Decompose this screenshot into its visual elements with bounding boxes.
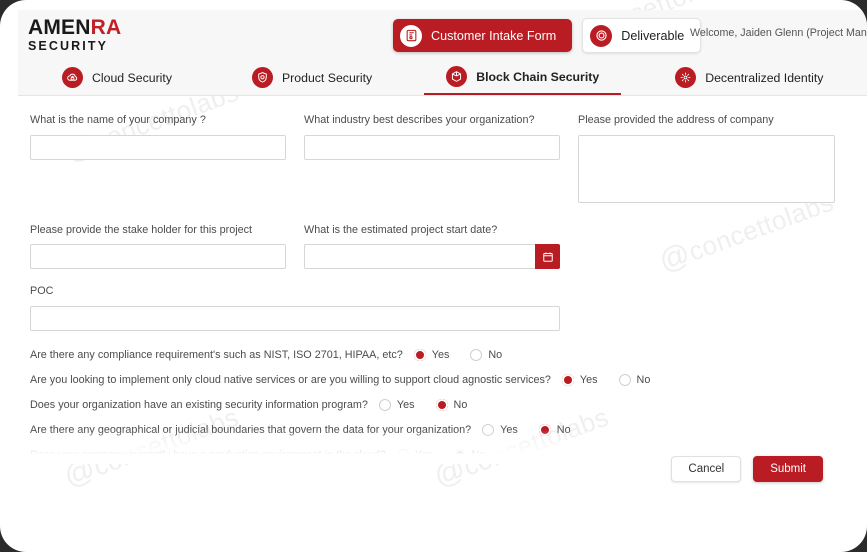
radio-yes[interactable] <box>414 349 426 361</box>
network-nodes-icon <box>675 67 696 88</box>
poc-label: POC <box>30 284 560 299</box>
question-options: Yes No <box>414 349 502 361</box>
tab-decentralized-identity[interactable]: Decentralized Identity <box>653 60 845 95</box>
option-yes-label: Yes <box>580 374 598 386</box>
tab-block-chain-security-label: Block Chain Security <box>476 70 599 84</box>
brand-name-primary: AMEN <box>28 16 91 39</box>
field-company-name: What is the name of your company ? <box>30 113 286 208</box>
company-name-label: What is the name of your company ? <box>30 113 286 128</box>
stake-holder-label: Please provide the stake holder for this… <box>30 223 286 238</box>
brand-logo: AMENRA SECURITY <box>28 17 121 53</box>
blockchain-cube-icon <box>446 66 467 87</box>
field-start-date: What is the estimated project start date… <box>304 223 560 270</box>
welcome-text: Welcome, Jaiden Glenn (Project Manager) <box>690 27 867 39</box>
tab-block-chain-security[interactable]: Block Chain Security <box>424 60 621 95</box>
customer-intake-form-label: Customer Intake Form <box>431 29 556 43</box>
option-no-label: No <box>454 399 468 411</box>
option-no-label: No <box>557 424 571 436</box>
industry-label: What industry best describes your organi… <box>304 113 560 128</box>
option-yes[interactable]: Yes <box>482 424 518 436</box>
questions-list: Are there any compliance requirement's s… <box>30 349 855 455</box>
field-address: Please provided the address of company <box>578 113 835 208</box>
radio-yes[interactable] <box>562 374 574 386</box>
field-industry: What industry best describes your organi… <box>304 113 560 208</box>
question-text: Are you looking to implement only cloud … <box>30 374 551 386</box>
deliverable-label: Deliverable <box>621 29 684 43</box>
deliverable-button[interactable]: Deliverable <box>582 18 701 53</box>
address-spacer <box>578 223 835 270</box>
question-options: Yes No <box>379 399 467 411</box>
option-yes-label: Yes <box>500 424 518 436</box>
cloud-lock-icon <box>62 67 83 88</box>
tab-product-security-label: Product Security <box>282 71 372 85</box>
question-options: Yes No <box>562 374 650 386</box>
brand-subtitle: SECURITY <box>28 40 121 53</box>
brand-name-accent: RA <box>91 16 122 39</box>
cancel-button[interactable]: Cancel <box>671 456 741 482</box>
radio-yes[interactable] <box>482 424 494 436</box>
form-document-icon <box>400 25 422 47</box>
question-compliance-requirements: Are there any compliance requirement's s… <box>30 349 855 361</box>
certificate-seal-icon <box>590 25 612 47</box>
tab-cloud-security-label: Cloud Security <box>92 71 172 85</box>
option-yes-label: Yes <box>432 349 450 361</box>
poc-input[interactable] <box>30 306 560 331</box>
tab-product-security[interactable]: Product Security <box>230 60 394 95</box>
shield-target-icon <box>252 67 273 88</box>
intake-form: What is the name of your company ? What … <box>18 95 867 455</box>
option-no-label: No <box>488 349 502 361</box>
option-yes[interactable]: Yes <box>562 374 598 386</box>
option-no[interactable]: No <box>619 374 651 386</box>
industry-input[interactable] <box>304 135 560 160</box>
question-options: Yes No <box>482 424 570 436</box>
radio-no[interactable] <box>619 374 631 386</box>
question-text: Are there any compliance requirement's s… <box>30 349 403 361</box>
app-header: AMENRA SECURITY Customer Intake Form <box>18 10 867 60</box>
question-geographical-judicial-boundaries: Are there any geographical or judicial b… <box>30 424 855 436</box>
start-date-input[interactable] <box>304 244 560 269</box>
tab-bar: Cloud Security Product Security Block Ch… <box>18 60 867 96</box>
option-no[interactable]: No <box>436 399 468 411</box>
field-stake-holder: Please provide the stake holder for this… <box>30 223 286 270</box>
question-cloud-native-vs-agnostic: Are you looking to implement only cloud … <box>30 374 855 386</box>
option-no-label: No <box>637 374 651 386</box>
option-yes[interactable]: Yes <box>379 399 415 411</box>
tab-cloud-security[interactable]: Cloud Security <box>40 60 194 95</box>
customer-intake-form-button[interactable]: Customer Intake Form <box>393 19 572 52</box>
submit-button[interactable]: Submit <box>753 456 823 482</box>
form-footer: Cancel Submit <box>18 450 867 488</box>
option-yes[interactable]: Yes <box>414 349 450 361</box>
radio-no[interactable] <box>436 399 448 411</box>
calendar-icon[interactable] <box>535 244 560 269</box>
tab-decentralized-identity-label: Decentralized Identity <box>705 71 823 85</box>
header-actions: Customer Intake Form Deliverable <box>393 18 701 53</box>
form-row: POC <box>30 284 855 331</box>
radio-yes[interactable] <box>379 399 391 411</box>
address-label: Please provided the address of company <box>578 113 835 128</box>
stake-holder-input[interactable] <box>30 244 286 269</box>
option-no[interactable]: No <box>539 424 571 436</box>
address-textarea[interactable] <box>578 135 835 203</box>
form-row: Please provide the stake holder for this… <box>30 223 855 270</box>
start-date-label: What is the estimated project start date… <box>304 223 560 238</box>
company-name-input[interactable] <box>30 135 286 160</box>
question-text: Are there any geographical or judicial b… <box>30 424 471 436</box>
option-no[interactable]: No <box>470 349 502 361</box>
question-text: Does your organization have an existing … <box>30 399 368 411</box>
radio-no[interactable] <box>539 424 551 436</box>
radio-no[interactable] <box>470 349 482 361</box>
question-existing-security-program: Does your organization have an existing … <box>30 399 855 411</box>
app-window: @concettolabs @concettolabs @concettolab… <box>0 0 867 552</box>
form-row: What is the name of your company ? What … <box>30 113 855 208</box>
field-poc: POC <box>30 284 560 331</box>
option-yes-label: Yes <box>397 399 415 411</box>
